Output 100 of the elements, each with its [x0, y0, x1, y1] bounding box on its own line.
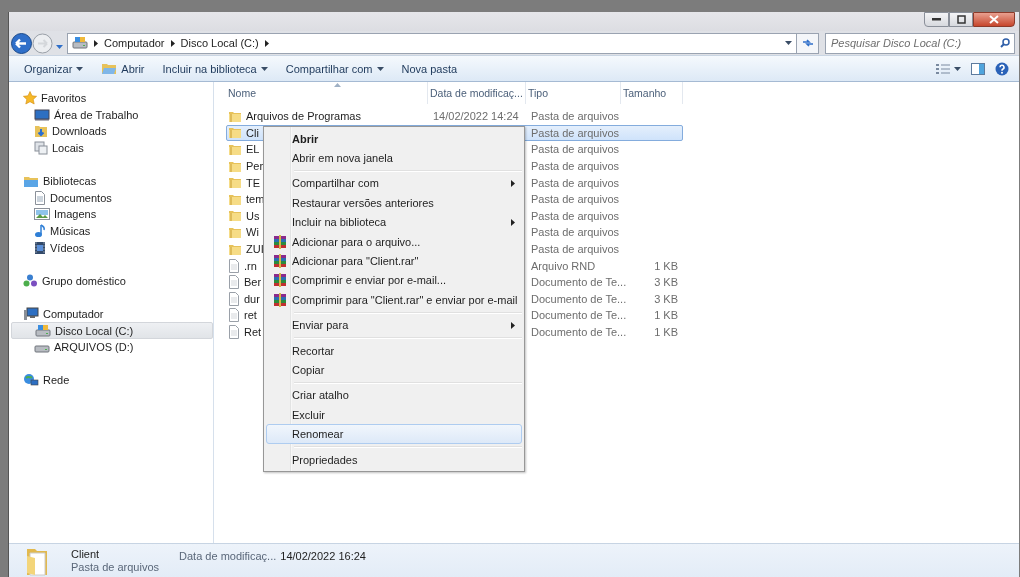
type-cell-text: Pasta de arquivos: [530, 176, 621, 189]
item-name: Client: [71, 548, 101, 560]
refresh-icon: [801, 38, 814, 48]
address-bar[interactable]: Computador Disco Local (C:): [67, 32, 797, 54]
minimize-button[interactable]: [924, 12, 949, 27]
network-icon: [23, 373, 39, 388]
refresh-button[interactable]: [797, 32, 819, 54]
toolbar-button[interactable]: Organizar: [15, 57, 93, 80]
caret-icon: [55, 45, 63, 49]
type-cell-text: Pasta de arquivos: [530, 110, 621, 123]
menu-item[interactable]: Propriedades: [266, 449, 522, 470]
file-name[interactable]: EL: [246, 143, 260, 156]
field-label: Data de modificaç...: [179, 550, 277, 562]
menu-item[interactable]: Copiar: [266, 360, 522, 380]
caret-icon: [954, 66, 961, 71]
nav-item[interactable]: Vídeos: [11, 239, 213, 256]
file-name[interactable]: Cli: [246, 126, 259, 139]
star-icon: [23, 91, 37, 106]
file-name[interactable]: ZUI: [246, 243, 264, 256]
date-cell-text: 14/02/2022 14:24: [432, 110, 520, 123]
menu-item[interactable]: Recortar: [266, 340, 522, 361]
file-name[interactable]: Us: [246, 209, 260, 222]
menu-item[interactable]: Excluir: [266, 405, 522, 425]
file-name[interactable]: Wi: [246, 226, 259, 239]
column-header[interactable]: Data de modificaç...: [428, 82, 526, 104]
file-name[interactable]: TE: [246, 176, 261, 189]
maximize-icon: [956, 15, 966, 24]
chevron-icon: [170, 39, 175, 47]
toolbar-button[interactable]: Compartilhar com: [276, 57, 393, 80]
preview-pane-button[interactable]: [969, 60, 987, 77]
file-name[interactable]: Ret: [244, 326, 262, 338]
menu-item[interactable]: Abrir: [266, 129, 522, 149]
archive-stack-icon: [272, 292, 287, 307]
menu-item[interactable]: Comprimir para "Client.rar" e enviar por e-mail: [266, 290, 522, 310]
nav-item[interactable]: Locais: [11, 139, 213, 157]
menu-item[interactable]: Abrir em nova janela: [266, 148, 522, 168]
column-header[interactable]: Tipo: [526, 82, 621, 104]
caret-icon: [785, 41, 792, 45]
type-cell-text: Pasta de arquivos: [530, 143, 621, 156]
library-folder-icon: [23, 174, 39, 188]
nav-item[interactable]: Imagens: [11, 206, 213, 223]
picture-icon: [34, 208, 50, 221]
toolbar-button[interactable]: Incluir na biblioteca: [153, 57, 277, 80]
breadcrumb-item[interactable]: Disco Local (C:): [180, 37, 259, 49]
type-cell-text: Arquivo RND: [530, 259, 597, 272]
toolbar-button[interactable]: Nova pasta: [392, 57, 467, 80]
menu-item[interactable]: Restaurar versões anteriores: [266, 193, 522, 213]
menu-item[interactable]: Enviar para: [266, 315, 522, 335]
search-field[interactable]: Pesquisar Disco Local (C:): [825, 32, 1015, 54]
nav-item[interactable]: ARQUIVOS (D:): [11, 338, 213, 356]
download-folder-icon: [34, 124, 48, 139]
nav-item[interactable]: Disco Local (C:): [11, 322, 213, 339]
file-name[interactable]: ret: [244, 309, 257, 322]
nav-item[interactable]: Documentos: [11, 189, 213, 207]
maximize-button[interactable]: [949, 12, 973, 27]
file-name[interactable]: .rn: [244, 259, 257, 272]
submenu-arrow-icon: [511, 179, 515, 187]
nav-item[interactable]: Área de Trabalho: [11, 106, 213, 124]
file-name[interactable]: Per: [246, 160, 264, 173]
menu-item[interactable]: Compartilhar com: [266, 173, 522, 194]
back-button[interactable]: [11, 32, 32, 54]
submenu-arrow-icon: [511, 218, 515, 226]
menu-item[interactable]: Adicionar para "Client.rar": [266, 251, 522, 271]
caret-icon: [76, 66, 84, 71]
nav-item[interactable]: Grupo doméstico: [9, 272, 213, 290]
menu-item[interactable]: Adicionar para o arquivo...: [266, 231, 522, 252]
toolbar-button[interactable]: Abrir: [92, 57, 154, 80]
film-icon: [34, 240, 46, 255]
sort-arrow-icon: [334, 83, 341, 87]
column-header[interactable]: Tamanho: [621, 82, 683, 104]
nav-item[interactable]: Downloads: [11, 123, 213, 140]
drive-icon: [72, 37, 88, 49]
submenu-arrow-icon: [511, 321, 515, 329]
breadcrumb-item[interactable]: Computador: [104, 37, 165, 49]
close-icon: [989, 15, 999, 24]
nav-item[interactable]: Favoritos: [9, 90, 213, 107]
view-list-icon: [936, 63, 950, 74]
nav-item[interactable]: Músicas: [11, 222, 213, 240]
file-name[interactable]: Arquivos de Programas: [246, 110, 361, 123]
music-note-icon: [34, 224, 46, 239]
field-value: 14/02/2022 16:24: [280, 550, 366, 562]
open-folder-icon: [101, 62, 118, 75]
chevron-icon: [264, 39, 269, 47]
nav-item[interactable]: Computador: [9, 305, 213, 323]
nav-item[interactable]: Bibliotecas: [9, 172, 213, 190]
file-name[interactable]: dur: [244, 292, 260, 305]
close-button[interactable]: [973, 12, 1015, 27]
view-options-button[interactable]: [934, 61, 963, 76]
drive-icon: [35, 324, 51, 337]
file-name[interactable]: Ber: [244, 276, 262, 289]
menu-item[interactable]: Incluir na biblioteca: [266, 212, 522, 232]
nav-item[interactable]: Rede: [9, 372, 213, 389]
archive-stack-icon: [272, 234, 287, 249]
menu-item[interactable]: Comprimir e enviar por e-mail...: [266, 270, 522, 291]
menu-item[interactable]: Criar atalho: [266, 385, 522, 406]
caret-icon: [260, 66, 268, 71]
archive-stack-icon: [272, 273, 287, 288]
archive-stack-icon: [272, 254, 287, 269]
preview-pane-icon: [971, 62, 985, 75]
menu-item[interactable]: Renomear: [266, 424, 522, 444]
